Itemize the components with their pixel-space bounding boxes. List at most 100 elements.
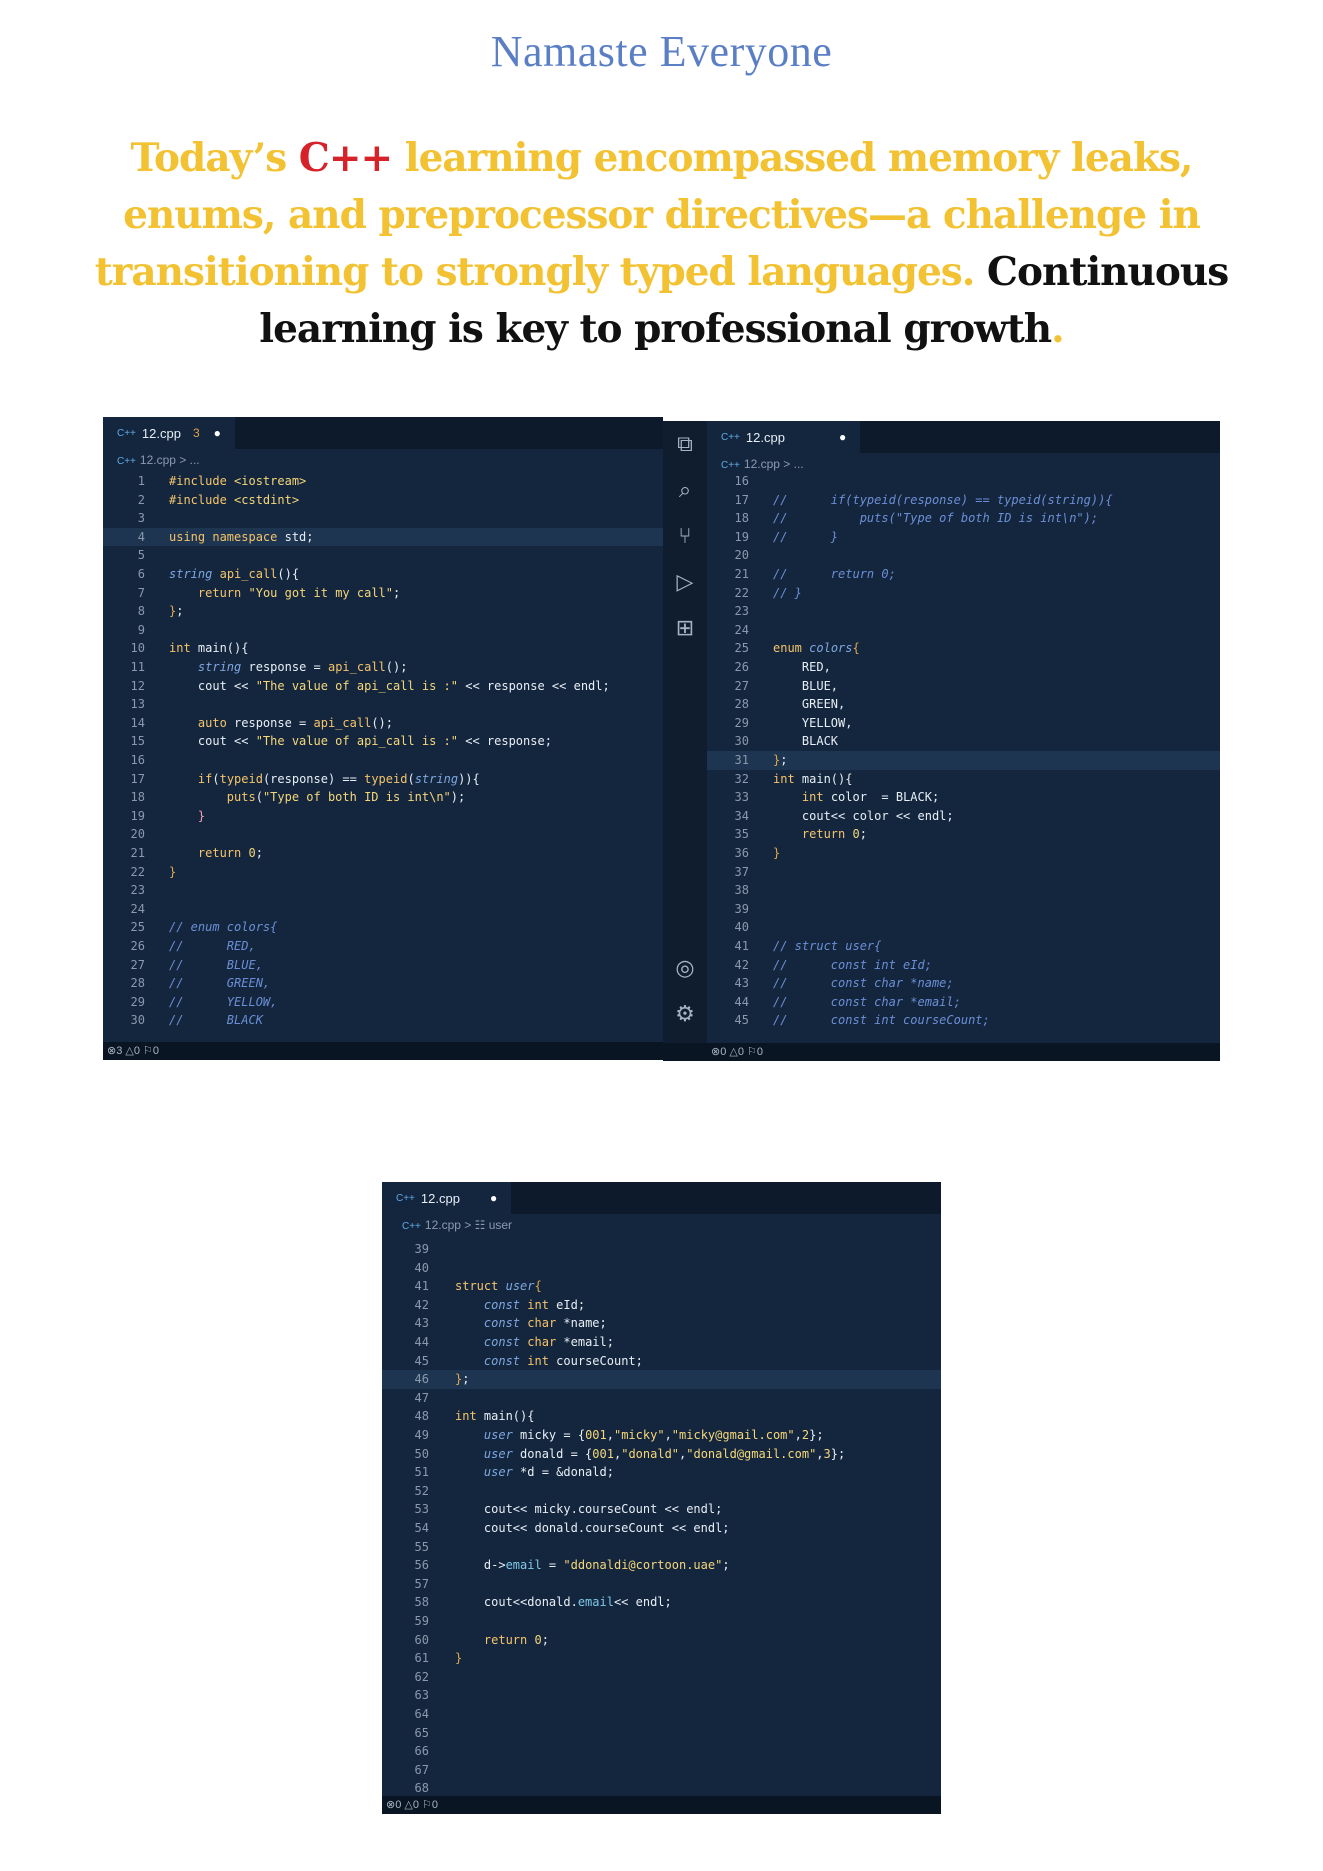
breadcrumb[interactable]: C++ 12.cpp > ... [721, 457, 804, 471]
code-line[interactable]: 34 cout<< color << endl; [707, 807, 1220, 826]
code-line[interactable]: 6 string api_call(){ [103, 565, 663, 584]
code-line[interactable]: 18 // puts("Type of both ID is int\n"); [707, 509, 1220, 528]
status-bar[interactable]: ⊗0 △0 ⚐0 [663, 1043, 1220, 1061]
code-line[interactable]: 26 // RED, [103, 937, 663, 956]
code-line[interactable]: 48 int main(){ [382, 1407, 941, 1426]
code-line[interactable]: 10 int main(){ [103, 639, 663, 658]
tab-12-cpp[interactable]: C++ 12.cpp 3 ● [103, 417, 235, 449]
code-line[interactable]: 49 user micky = {001,"micky","micky@gmai… [382, 1426, 941, 1445]
code-line[interactable]: 38 [707, 881, 1220, 900]
code-line[interactable]: 43 const char *name; [382, 1314, 941, 1333]
code-line[interactable]: 40 [382, 1259, 941, 1278]
code-line[interactable]: 25 // enum colors{ [103, 918, 663, 937]
source-control-icon[interactable]: ⑂ [671, 523, 699, 551]
code-line[interactable]: 64 [382, 1705, 941, 1724]
code-line[interactable]: 60 return 0; [382, 1631, 941, 1650]
code-line[interactable]: 40 [707, 918, 1220, 937]
code-line[interactable]: 56 d->email = "ddonaldi@cortoon.uae"; [382, 1556, 941, 1575]
explorer-icon[interactable]: ⧉ [671, 431, 699, 459]
code-line[interactable]: 18 puts("Type of both ID is int\n"); [103, 788, 663, 807]
code-line[interactable]: 47 [382, 1389, 941, 1408]
account-icon[interactable]: ◎ [671, 955, 699, 983]
code-line[interactable]: 4 using namespace std; [103, 527, 663, 547]
code-area[interactable]: 1 #include <iostream> 2 #include <cstdint> 3… [103, 472, 663, 1042]
code-line[interactable]: 55 [382, 1538, 941, 1557]
code-line[interactable]: 21 // return 0; [707, 565, 1220, 584]
code-line[interactable]: 13 [103, 695, 663, 714]
code-line[interactable]: 19 } [103, 807, 663, 826]
code-line[interactable]: 25 enum colors{ [707, 639, 1220, 658]
code-line[interactable]: 7 return "You got it my call"; [103, 584, 663, 603]
code-line[interactable]: 17 if(typeid(response) == typeid(string)… [103, 770, 663, 789]
status-bar[interactable]: ⊗3 △0 ⚐0 [103, 1042, 663, 1060]
code-line[interactable]: 30 // BLACK [103, 1011, 663, 1030]
code-line[interactable]: 29 YELLOW, [707, 714, 1220, 733]
code-line[interactable]: 33 int color = BLACK; [707, 788, 1220, 807]
code-line[interactable]: 32 int main(){ [707, 770, 1220, 789]
status-bar[interactable]: ⊗0 △0 ⚐0 [382, 1796, 941, 1814]
code-line[interactable]: 50 user donald = {001,"donald","donald@g… [382, 1445, 941, 1464]
code-line[interactable]: 51 user *d = &donald; [382, 1463, 941, 1482]
code-line[interactable]: 5 [103, 546, 663, 565]
tab-12-cpp[interactable]: C++ 12.cpp ● [382, 1182, 512, 1214]
code-line[interactable]: 12 cout << "The value of api_call is :" … [103, 677, 663, 696]
run-debug-icon[interactable]: ▷ [671, 569, 699, 597]
code-line[interactable]: 20 [103, 825, 663, 844]
code-line[interactable]: 27 BLUE, [707, 677, 1220, 696]
code-line[interactable]: 63 [382, 1686, 941, 1705]
code-line[interactable]: 52 [382, 1482, 941, 1501]
code-line[interactable]: 19 // } [707, 528, 1220, 547]
code-line[interactable]: 35 return 0; [707, 825, 1220, 844]
code-line[interactable]: 21 return 0; [103, 844, 663, 863]
code-line[interactable]: 61} [382, 1649, 941, 1668]
code-line[interactable]: 9 [103, 621, 663, 640]
code-line[interactable]: 14 auto response = api_call(); [103, 714, 663, 733]
code-line[interactable]: 54 cout<< donald.courseCount << endl; [382, 1519, 941, 1538]
code-line[interactable]: 17 // if(typeid(response) == typeid(strin… [707, 491, 1220, 510]
code-line[interactable]: 16 [103, 751, 663, 770]
tab-12-cpp[interactable]: C++ 12.cpp ● [707, 421, 861, 453]
code-line[interactable]: 8}; [103, 602, 663, 621]
code-line[interactable]: 39 [707, 900, 1220, 919]
code-line[interactable]: 44 // const char *email; [707, 993, 1220, 1012]
code-line[interactable]: 28 GREEN, [707, 695, 1220, 714]
extensions-icon[interactable]: ⊞ [671, 615, 699, 643]
code-line[interactable]: 27 // BLUE, [103, 956, 663, 975]
code-line[interactable]: 28 // GREEN, [103, 974, 663, 993]
settings-gear-icon[interactable]: ⚙ [671, 1001, 699, 1029]
code-line[interactable]: 67 [382, 1761, 941, 1780]
code-line[interactable]: 36} [707, 844, 1220, 863]
search-icon[interactable]: ⌕ [671, 477, 699, 505]
breadcrumb[interactable]: C++ 12.cpp > ... [117, 453, 200, 467]
code-line[interactable]: 30 BLACK [707, 732, 1220, 751]
code-line[interactable]: 31}; [707, 751, 1220, 770]
code-line[interactable]: 26 RED, [707, 658, 1220, 677]
code-line[interactable]: 1 #include <iostream> [103, 472, 663, 491]
code-line[interactable]: 59 [382, 1612, 941, 1631]
code-line[interactable]: 42 // const int eId; [707, 956, 1220, 975]
code-line[interactable]: 3 [103, 509, 663, 528]
code-line[interactable]: 20 [707, 546, 1220, 565]
code-line[interactable]: 53 cout<< micky.courseCount << endl; [382, 1500, 941, 1519]
code-area[interactable]: 39 40 41 struct user{42 const int eId; 43 co… [382, 1240, 941, 1796]
code-area[interactable]: 16 17 // if(typeid(response) == typeid(str… [707, 472, 1220, 1043]
code-line[interactable]: 37 [707, 863, 1220, 882]
code-line[interactable]: 15 cout << "The value of api_call is :" … [103, 732, 663, 751]
code-line[interactable]: 11 string response = api_call(); [103, 658, 663, 677]
code-line[interactable]: 58 cout<<donald.email<< endl; [382, 1593, 941, 1612]
code-line[interactable]: 65 [382, 1724, 941, 1743]
code-line[interactable]: 45 const int courseCount; [382, 1352, 941, 1371]
code-line[interactable]: 62 [382, 1668, 941, 1687]
code-line[interactable]: 2 #include <cstdint> [103, 491, 663, 510]
breadcrumb[interactable]: C++ 12.cpp > ☷ user [402, 1218, 512, 1232]
code-line[interactable]: 22 // } [707, 584, 1220, 603]
code-line[interactable]: 42 const int eId; [382, 1296, 941, 1315]
code-line[interactable]: 57 [382, 1575, 941, 1594]
code-line[interactable]: 22} [103, 863, 663, 882]
code-line[interactable]: 45 // const int courseCount; [707, 1011, 1220, 1030]
code-line[interactable]: 24 [103, 900, 663, 919]
code-line[interactable]: 41 struct user{ [382, 1277, 941, 1296]
code-line[interactable]: 43 // const char *name; [707, 974, 1220, 993]
code-line[interactable]: 41 // struct user{ [707, 937, 1220, 956]
code-line[interactable]: 16 [707, 472, 1220, 491]
